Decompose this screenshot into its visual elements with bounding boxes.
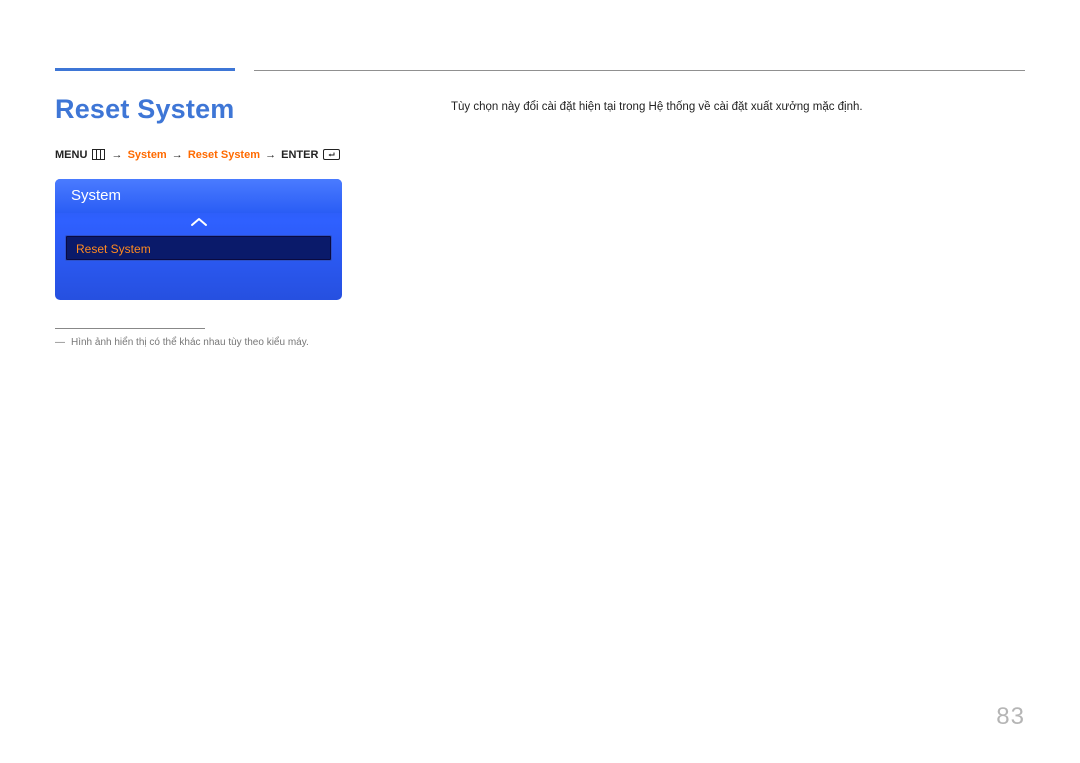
osd-menu: System Reset System	[55, 179, 342, 300]
page: Reset System MENU → System → Reset Syste…	[0, 0, 1080, 763]
right-column: Tùy chọn này đổi cài đặt hiện tại trong …	[441, 94, 1025, 348]
nav-path: MENU → System → Reset System → ENTER	[55, 149, 441, 163]
menu-icon	[92, 149, 105, 163]
osd-menu-header: System	[55, 179, 342, 213]
page-title: Reset System	[55, 94, 441, 125]
path-system: System	[128, 149, 167, 161]
osd-menu-item-reset-system[interactable]: Reset System	[65, 235, 332, 261]
scroll-up-indicator[interactable]	[65, 213, 332, 235]
chevron-up-icon	[190, 216, 208, 228]
arrow-icon: →	[265, 149, 276, 161]
left-column: Reset System MENU → System → Reset Syste…	[55, 94, 441, 348]
footnote-separator	[55, 328, 205, 329]
osd-menu-body: Reset System	[55, 213, 342, 271]
path-enter-label: ENTER	[281, 149, 318, 161]
content-area: Reset System MENU → System → Reset Syste…	[55, 60, 1025, 348]
arrow-icon: →	[112, 149, 123, 161]
footnote-bullet: ―	[55, 337, 65, 348]
path-reset-system: Reset System	[188, 149, 260, 161]
arrow-icon: →	[172, 149, 183, 161]
description-text: Tùy chọn này đổi cài đặt hiện tại trong …	[451, 98, 1025, 116]
path-menu-label: MENU	[55, 149, 87, 161]
footnote: ― Hình ảnh hiển thị có thể khác nhau tùy …	[55, 337, 441, 348]
page-number: 83	[996, 703, 1025, 731]
footnote-text: Hình ảnh hiển thị có thể khác nhau tùy t…	[71, 337, 309, 348]
section-accent-rule	[55, 68, 235, 71]
enter-icon	[323, 149, 340, 163]
header-divider	[254, 70, 1025, 71]
